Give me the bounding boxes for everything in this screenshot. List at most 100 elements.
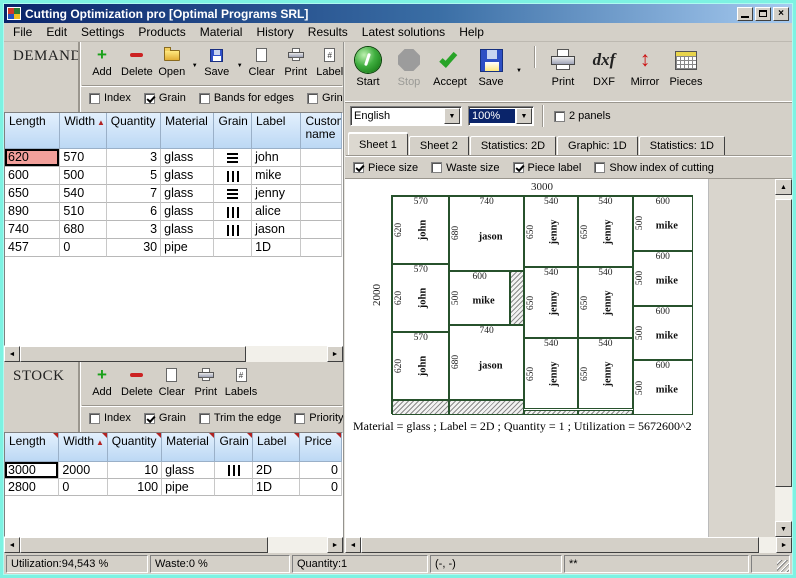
cell-label[interactable]: mike xyxy=(252,167,301,185)
column-header-material[interactable]: Material xyxy=(161,113,214,149)
menu-item-history[interactable]: History xyxy=(249,23,300,41)
menu-item-results[interactable]: Results xyxy=(301,23,355,41)
menu-item-latest-solutions[interactable]: Latest solutions xyxy=(355,23,452,41)
column-header-width[interactable]: Width▲ xyxy=(60,113,106,149)
mirror-button[interactable]: ↕Mirror xyxy=(628,46,662,88)
labels-button[interactable]: #Label xyxy=(315,45,343,78)
cell-length[interactable]: 620 xyxy=(5,149,60,167)
zoom-combobox[interactable]: 100% ▼ xyxy=(468,106,534,126)
tab-graphic-1d[interactable]: Graphic: 1D xyxy=(557,136,638,156)
cell-width[interactable]: 540 xyxy=(60,185,106,203)
chevron-down-icon[interactable]: ▼ xyxy=(444,108,460,124)
cell-label[interactable]: 1D xyxy=(252,239,301,257)
cell-quantity[interactable]: 3 xyxy=(107,221,161,239)
cell-quantity[interactable]: 5 xyxy=(107,167,161,185)
menu-item-settings[interactable]: Settings xyxy=(74,23,131,41)
cell-width[interactable]: 510 xyxy=(60,203,106,221)
cell-quantity[interactable]: 30 xyxy=(107,239,161,257)
cell-material[interactable]: glass xyxy=(161,149,214,167)
scrollbar-thumb[interactable] xyxy=(775,199,792,487)
checkbox-index[interactable]: Index xyxy=(89,412,131,424)
column-header-material[interactable]: Material xyxy=(162,433,215,462)
dropdown-arrow-icon[interactable]: ▼ xyxy=(516,68,522,74)
cell-customer[interactable] xyxy=(301,149,342,167)
pieces-button[interactable]: Pieces xyxy=(669,46,703,88)
open-button[interactable]: Open xyxy=(157,45,187,78)
cell-customer[interactable] xyxy=(301,239,342,257)
cell-customer[interactable] xyxy=(301,167,342,185)
column-header-price[interactable]: Price xyxy=(300,433,342,462)
tab-sheet-1[interactable]: Sheet 1 xyxy=(348,133,408,156)
checkbox-priority[interactable]: Priority xyxy=(294,412,343,424)
checkbox-bands-for-edges[interactable]: Bands for edges xyxy=(199,92,294,104)
cell-grain[interactable] xyxy=(214,221,252,239)
cell-quantity[interactable]: 6 xyxy=(107,203,161,221)
cell-grain[interactable] xyxy=(214,203,252,221)
labels-button[interactable]: #Labels xyxy=(225,365,257,398)
chevron-down-icon[interactable]: ▼ xyxy=(516,108,532,124)
add-button[interactable]: +Add xyxy=(87,45,117,78)
cell-quantity[interactable]: 7 xyxy=(107,185,161,203)
start-button[interactable]: Start xyxy=(351,46,385,88)
column-header-grain[interactable]: Grain xyxy=(215,433,253,462)
cell-customer[interactable] xyxy=(301,203,342,221)
column-header-customer[interactable]: Customer name xyxy=(301,113,342,149)
cell-material[interactable]: glass xyxy=(161,185,214,203)
cell-length[interactable]: 650 xyxy=(5,185,60,203)
checkbox-grain[interactable]: Grain xyxy=(144,412,186,424)
print-button[interactable]: Print xyxy=(191,365,221,398)
cell-price[interactable]: 0 xyxy=(300,462,342,479)
column-header-grain[interactable]: Grain xyxy=(214,113,252,149)
dropdown-arrow-icon[interactable]: ▼ xyxy=(192,63,198,69)
scroll-left-icon[interactable]: ◄ xyxy=(4,346,20,362)
checkbox-waste-size[interactable]: Waste size xyxy=(431,162,499,174)
close-button[interactable]: × xyxy=(773,7,789,21)
cell-length[interactable]: 600 xyxy=(5,167,60,185)
print-button[interactable]: Print xyxy=(546,46,580,88)
clear-button[interactable]: Clear xyxy=(247,45,277,78)
cell-grain[interactable] xyxy=(215,462,253,479)
column-header-label[interactable]: Label xyxy=(252,113,301,149)
add-button[interactable]: +Add xyxy=(87,365,117,398)
cell-customer[interactable] xyxy=(301,185,342,203)
scroll-down-icon[interactable]: ▼ xyxy=(775,521,792,537)
cell-material[interactable]: glass xyxy=(161,221,214,239)
print-button[interactable]: Print xyxy=(281,45,311,78)
checkbox-grinding[interactable]: Grinding xyxy=(307,92,343,104)
cell-label[interactable]: 1D xyxy=(253,479,300,496)
checkbox-trim-the-edge[interactable]: Trim the edge xyxy=(199,412,281,424)
cell-length[interactable]: 2800 xyxy=(5,479,59,496)
menu-item-help[interactable]: Help xyxy=(452,23,491,41)
checkbox-piece-label[interactable]: Piece label xyxy=(513,162,582,174)
cell-width[interactable]: 500 xyxy=(60,167,106,185)
cell-material[interactable]: glass xyxy=(161,167,214,185)
tab-sheet-2[interactable]: Sheet 2 xyxy=(409,136,469,156)
cell-label[interactable]: 2D xyxy=(253,462,300,479)
minimize-button[interactable] xyxy=(737,7,753,21)
tab-statistics-2d[interactable]: Statistics: 2D xyxy=(470,136,556,156)
scrollbar-thumb[interactable] xyxy=(361,537,759,553)
cell-label[interactable]: john xyxy=(252,149,301,167)
tab-statistics-1d[interactable]: Statistics: 1D xyxy=(639,136,725,156)
cell-width[interactable]: 0 xyxy=(59,479,107,496)
cell-grain[interactable] xyxy=(214,167,252,185)
checkbox-piece-size[interactable]: Piece size xyxy=(353,162,418,174)
scroll-right-icon[interactable]: ► xyxy=(327,346,343,362)
checkbox-index[interactable]: Index xyxy=(89,92,131,104)
scroll-right-icon[interactable]: ► xyxy=(776,537,792,553)
scrollbar-thumb[interactable] xyxy=(20,346,246,362)
cell-label[interactable]: jenny xyxy=(252,185,301,203)
cell-width[interactable]: 570 xyxy=(60,149,106,167)
dxf-button[interactable]: dxfDXF xyxy=(587,46,621,88)
language-combobox[interactable]: English ▼ xyxy=(350,106,462,126)
menu-item-products[interactable]: Products xyxy=(131,23,192,41)
cell-grain[interactable] xyxy=(214,149,252,167)
drawing-vertical-scrollbar[interactable]: ▲▼ xyxy=(775,179,792,537)
column-header-label[interactable]: Label xyxy=(253,433,300,462)
scroll-up-icon[interactable]: ▲ xyxy=(775,179,792,195)
save-button[interactable]: Save xyxy=(202,45,232,78)
column-header-quantity[interactable]: Quantity xyxy=(108,433,162,462)
checkbox-grain[interactable]: Grain xyxy=(144,92,186,104)
delete-button[interactable]: Delete xyxy=(121,365,153,398)
clear-button[interactable]: Clear xyxy=(157,365,187,398)
